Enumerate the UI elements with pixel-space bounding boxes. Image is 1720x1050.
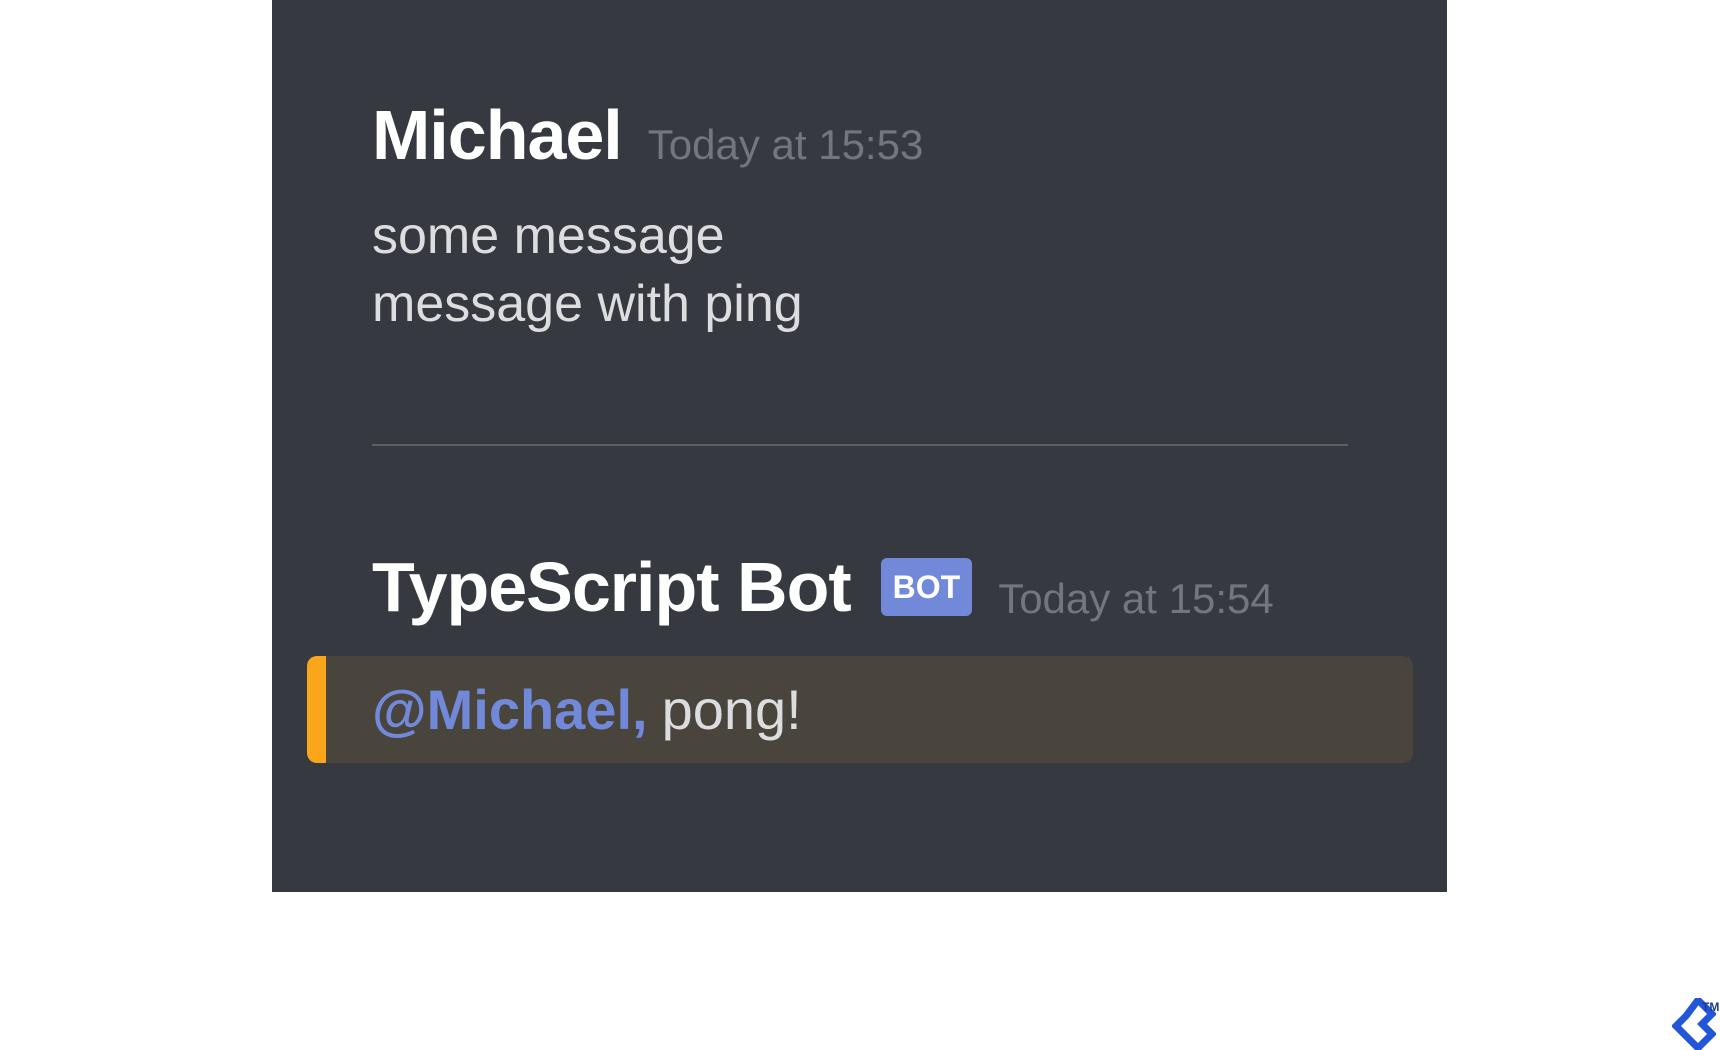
message-text: pong!: [661, 678, 802, 741]
bot-badge: BOT: [880, 558, 973, 616]
message-timestamp: Today at 15:53: [647, 121, 924, 168]
page: Michael Today at 15:53 some message mess…: [0, 0, 1720, 1050]
message-divider: [372, 444, 1348, 446]
message-bot: TypeScript Bot BOT Today at 15:54: [372, 552, 1274, 622]
message-body: some message message with ping: [372, 202, 923, 338]
mention-highlight-bar: [307, 656, 326, 763]
user-mention[interactable]: @Michael,: [372, 678, 648, 741]
trademark-symbol: TM: [1702, 1000, 1720, 1014]
message-header: TypeScript Bot BOT Today at 15:54: [372, 552, 1274, 622]
mention-highlight: @Michael, pong!: [307, 656, 1413, 763]
message-body: @Michael, pong!: [372, 656, 802, 763]
message-michael: Michael Today at 15:53 some message mess…: [372, 100, 923, 338]
message-line: some message: [372, 207, 725, 265]
message-line: message with ping: [372, 275, 803, 333]
author-name[interactable]: Michael: [372, 100, 623, 170]
chat-panel: Michael Today at 15:53 some message mess…: [272, 0, 1447, 892]
message-timestamp: Today at 15:54: [998, 575, 1274, 622]
author-name[interactable]: TypeScript Bot: [372, 552, 852, 622]
message-header: Michael Today at 15:53: [372, 100, 923, 170]
